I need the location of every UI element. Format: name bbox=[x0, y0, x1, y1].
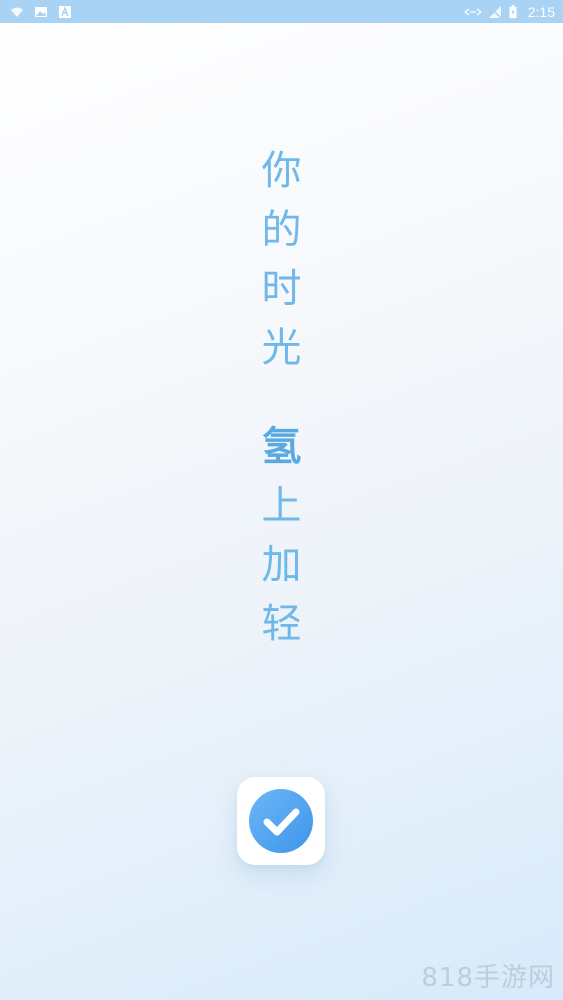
status-time: 2:15 bbox=[527, 3, 555, 20]
wifi-question-icon: ? bbox=[11, 7, 23, 19]
status-bar-right: 2:15 bbox=[464, 4, 555, 20]
battery-charging-icon bbox=[509, 4, 517, 18]
slogan-char: 的 bbox=[261, 207, 302, 253]
slogan-char: 上 bbox=[261, 483, 302, 529]
slogan-line-1: 你 的 时 光 bbox=[0, 142, 563, 378]
slogan-char: 加 bbox=[261, 542, 302, 588]
check-circle-icon bbox=[249, 789, 313, 853]
svg-text:?: ? bbox=[19, 13, 22, 19]
status-bar-left: ? bbox=[10, 5, 72, 19]
watermark: 818手游网 bbox=[421, 963, 555, 993]
a-badge-icon bbox=[59, 5, 71, 18]
slogan-char: 轻 bbox=[261, 601, 302, 647]
slogan-char: 你 bbox=[261, 148, 302, 194]
slogan-char: 光 bbox=[261, 325, 302, 371]
data-arrows-icon bbox=[464, 7, 482, 16]
status-bar: ? 2:15 bbox=[0, 0, 563, 23]
image-icon bbox=[35, 6, 47, 17]
app-logo bbox=[237, 777, 325, 865]
slogan-char-highlight: 氢 bbox=[261, 424, 302, 470]
slogan-char: 时 bbox=[261, 266, 302, 312]
no-signal-icon bbox=[488, 4, 502, 19]
slogan-line-2: 氢 上 加 轻 bbox=[0, 418, 563, 654]
